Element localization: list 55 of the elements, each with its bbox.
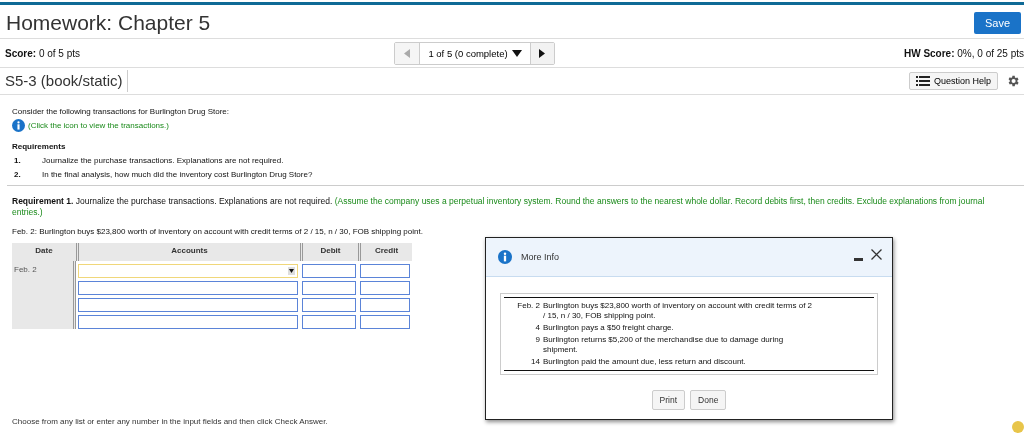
debit-field[interactable] [302,298,356,312]
requirement-number: 2. [13,170,22,179]
transaction-description: Burlington paid the amount due, less return and discount. [543,357,747,367]
dialog-title: More Info [521,252,560,262]
right-triangle-icon [539,48,546,58]
debit-field[interactable] [302,264,356,278]
caret-icon [511,49,522,57]
requirement-instructions: Requirement 1. Journalize the purchase transactions. Explanations are not required. (Assume the company uses a perpetual inventory system. Round the answers to the nearest whole dollar. Record debits first, then credits. Exclude explanations from journal entries.) [12,196,986,218]
account-field[interactable] [78,315,298,329]
column-header: Date [12,243,76,261]
dialog-button[interactable]: Print [651,390,686,410]
close-icon[interactable] [871,248,882,260]
requirement-text: Journalize the purchase transactions. Explanations are not required. [42,156,284,165]
transaction-description: Burlington pays a $50 freight charge. [543,323,675,333]
requirement-number: 1. [13,156,22,165]
column-header: Debit [300,243,358,261]
credit-field[interactable] [360,315,410,329]
intro-text: Consider the following transactions for Burlington Drug Store: [12,107,230,116]
instruction-text: Choose from any list or enter any number in the input fields and then click Check Answer. [12,417,329,426]
score-text: Score: 0 of 5 pts [5,47,82,59]
hw-score-text: HW Score: 0%, 0 of 25 pts [902,47,1024,59]
column-header: Accounts [76,243,300,261]
view-transactions-link[interactable]: (Click the icon to view the transactions.) [28,121,169,130]
transaction-date: 9 [534,335,540,346]
minimize-icon[interactable] [854,257,863,261]
debit-field[interactable] [302,281,356,295]
requirements-heading: Requirements [12,142,67,151]
transaction-description: Burlington returns $5,200 of the merchandise due to damage during shipment. [543,335,785,355]
caret-icon [289,269,294,273]
left-triangle-icon [404,48,411,58]
transaction-description: Burlington buys $23,800 worth of inventory on account with credit terms of 2 / 15, n / 30, FOB shipping point. [543,301,813,321]
column-header: Credit [358,243,412,261]
credit-field[interactable] [360,264,410,278]
question-help-button[interactable]: Question Help [908,72,998,90]
debit-field[interactable] [302,315,356,329]
credit-field[interactable] [360,281,410,295]
list-icon [915,76,930,86]
requirement-text: In the final analysis, how much did the inventory cost Burlington Drug Store? [42,170,313,179]
date-cell: Feb. 2 [12,261,76,329]
account-field[interactable] [78,298,298,312]
transaction-text: Feb. 2: Burlington buys $23,800 worth of inventory on account with credit terms of 2 / 15, n / 30, FOB shipping point. [12,227,424,236]
credit-field[interactable] [360,298,410,312]
next-button[interactable] [529,42,554,64]
transaction-date: Feb. 2 [516,301,540,312]
previous-button[interactable] [395,42,420,64]
account-field[interactable] [78,281,298,295]
question-title: S5-3 (book/static) [5,70,128,92]
transaction-date: 4 [534,323,540,333]
save-button[interactable]: Save [973,12,1021,34]
dialog-button[interactable]: Done [690,390,727,410]
info-icon[interactable] [12,119,25,132]
settings-icon[interactable] [1006,74,1020,88]
page-title: Homework: Chapter 5 [6,11,211,35]
info-icon[interactable] [498,250,512,264]
transaction-date: 14 [530,357,540,367]
